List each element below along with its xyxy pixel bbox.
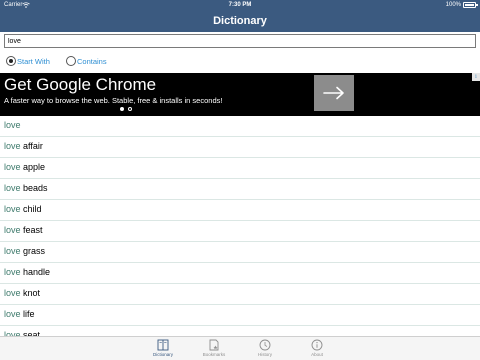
result-row[interactable]: love feast: [0, 221, 480, 242]
ad-dot: [128, 107, 132, 111]
ad-dot-active: [120, 107, 124, 111]
tab-bar: Dictionary Bookmarks History About: [0, 336, 480, 360]
radio-checked-icon: [6, 56, 16, 66]
result-row[interactable]: love knot: [0, 284, 480, 305]
ad-page-dots: [120, 107, 132, 111]
search-area: [0, 32, 480, 50]
result-row[interactable]: love grass: [0, 242, 480, 263]
clock-icon: [259, 339, 271, 351]
search-mode-selector: Start With Contains: [0, 54, 480, 68]
tab-label: Bookmarks: [202, 352, 226, 357]
result-row[interactable]: love life: [0, 305, 480, 326]
tab-dictionary[interactable]: Dictionary: [143, 339, 183, 360]
search-input[interactable]: [4, 34, 476, 48]
status-time: 7:30 PM: [228, 2, 252, 8]
ad-banner[interactable]: Get Google Chrome A faster way to browse…: [0, 73, 480, 116]
tab-bookmarks[interactable]: Bookmarks: [194, 339, 234, 360]
bookmark-icon: [209, 339, 219, 351]
nav-bar: Dictionary: [0, 10, 480, 32]
battery-percent: 100%: [445, 2, 461, 8]
start-with-label: Start With: [17, 56, 50, 66]
battery-icon: [463, 2, 478, 8]
ad-title: Get Google Chrome: [4, 75, 157, 94]
result-row[interactable]: love beads: [0, 179, 480, 200]
ad-subtitle: A faster way to browse the web. Stable, …: [4, 96, 223, 105]
tab-label: Dictionary: [152, 352, 173, 357]
start-with-radio[interactable]: Start With: [6, 56, 50, 66]
results-list: love love affair love apple love beads l…: [0, 116, 480, 336]
result-row[interactable]: love handle: [0, 263, 480, 284]
arrow-right-icon: [323, 86, 344, 100]
result-row[interactable]: love affair: [0, 137, 480, 158]
info-icon: [311, 339, 323, 351]
page-title: Dictionary: [213, 15, 267, 27]
book-icon: [157, 339, 169, 351]
tab-history[interactable]: History: [245, 339, 285, 360]
tab-label: History: [257, 352, 272, 357]
ad-arrow-button[interactable]: [314, 75, 354, 111]
radio-unchecked-icon: [66, 56, 76, 66]
result-row[interactable]: love child: [0, 200, 480, 221]
contains-radio[interactable]: Contains: [66, 56, 107, 66]
contains-label: Contains: [77, 56, 107, 66]
result-row[interactable]: love seat: [0, 326, 480, 336]
result-row[interactable]: love: [0, 116, 480, 137]
result-row[interactable]: love apple: [0, 158, 480, 179]
tab-label: About: [311, 352, 323, 357]
tab-about[interactable]: About: [297, 339, 337, 360]
ad-info-icon[interactable]: i: [472, 73, 480, 81]
status-bar: Carrier 7:30 PM 100%: [0, 0, 480, 10]
battery-indicator: 100%: [445, 2, 478, 8]
